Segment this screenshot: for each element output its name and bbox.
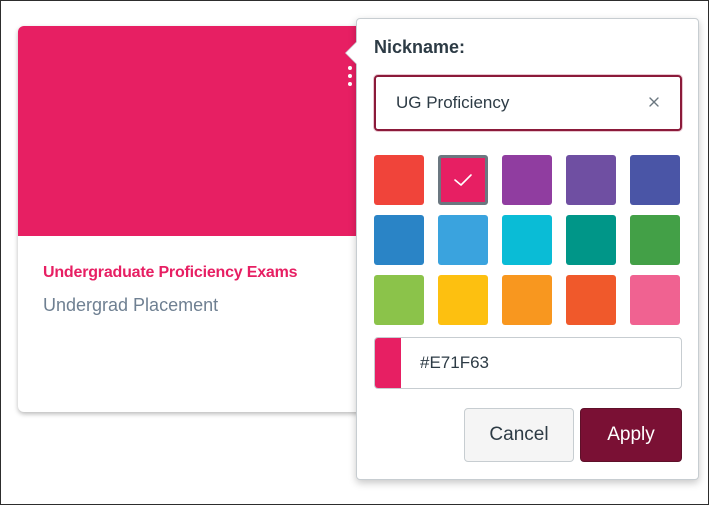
nickname-field-wrapper xyxy=(374,75,682,131)
nickname-label: Nickname: xyxy=(374,37,466,57)
course-title[interactable]: Undergraduate Proficiency Exams xyxy=(43,264,298,282)
card-options-icon[interactable] xyxy=(346,66,354,96)
color-swatch-amber[interactable] xyxy=(438,275,488,325)
color-swatch-red[interactable] xyxy=(374,155,424,205)
color-swatch-orange[interactable] xyxy=(502,275,552,325)
color-swatch-blue[interactable] xyxy=(374,215,424,265)
cancel-button[interactable]: Cancel xyxy=(464,408,574,462)
apply-button[interactable]: Apply xyxy=(580,408,682,462)
color-swatch-grid xyxy=(374,155,680,325)
color-swatch-pink[interactable] xyxy=(438,155,488,205)
clear-icon[interactable] xyxy=(646,94,662,110)
card-color-popover: Nickname: Cancel Apply xyxy=(345,18,699,480)
course-card-hero[interactable] xyxy=(18,26,398,236)
color-swatch-light-blue[interactable] xyxy=(438,215,488,265)
color-swatch-light-pink[interactable] xyxy=(630,275,680,325)
hex-color-field xyxy=(374,337,682,389)
color-swatch-indigo[interactable] xyxy=(630,155,680,205)
hex-color-input[interactable] xyxy=(401,338,681,388)
color-swatch-light-green[interactable] xyxy=(374,275,424,325)
color-preview-chip xyxy=(375,338,401,388)
check-icon xyxy=(454,174,472,186)
color-swatch-green[interactable] xyxy=(630,215,680,265)
color-swatch-purple[interactable] xyxy=(502,155,552,205)
course-subtitle: Undergrad Placement xyxy=(43,295,219,315)
color-swatch-deep-purple[interactable] xyxy=(566,155,616,205)
color-swatch-deep-orange[interactable] xyxy=(566,275,616,325)
course-card[interactable]: Undergraduate Proficiency Exams Undergra… xyxy=(18,26,398,412)
color-swatch-teal[interactable] xyxy=(566,215,616,265)
color-swatch-cyan[interactable] xyxy=(502,215,552,265)
popover-arrow xyxy=(345,41,357,65)
nickname-input[interactable] xyxy=(376,77,626,129)
